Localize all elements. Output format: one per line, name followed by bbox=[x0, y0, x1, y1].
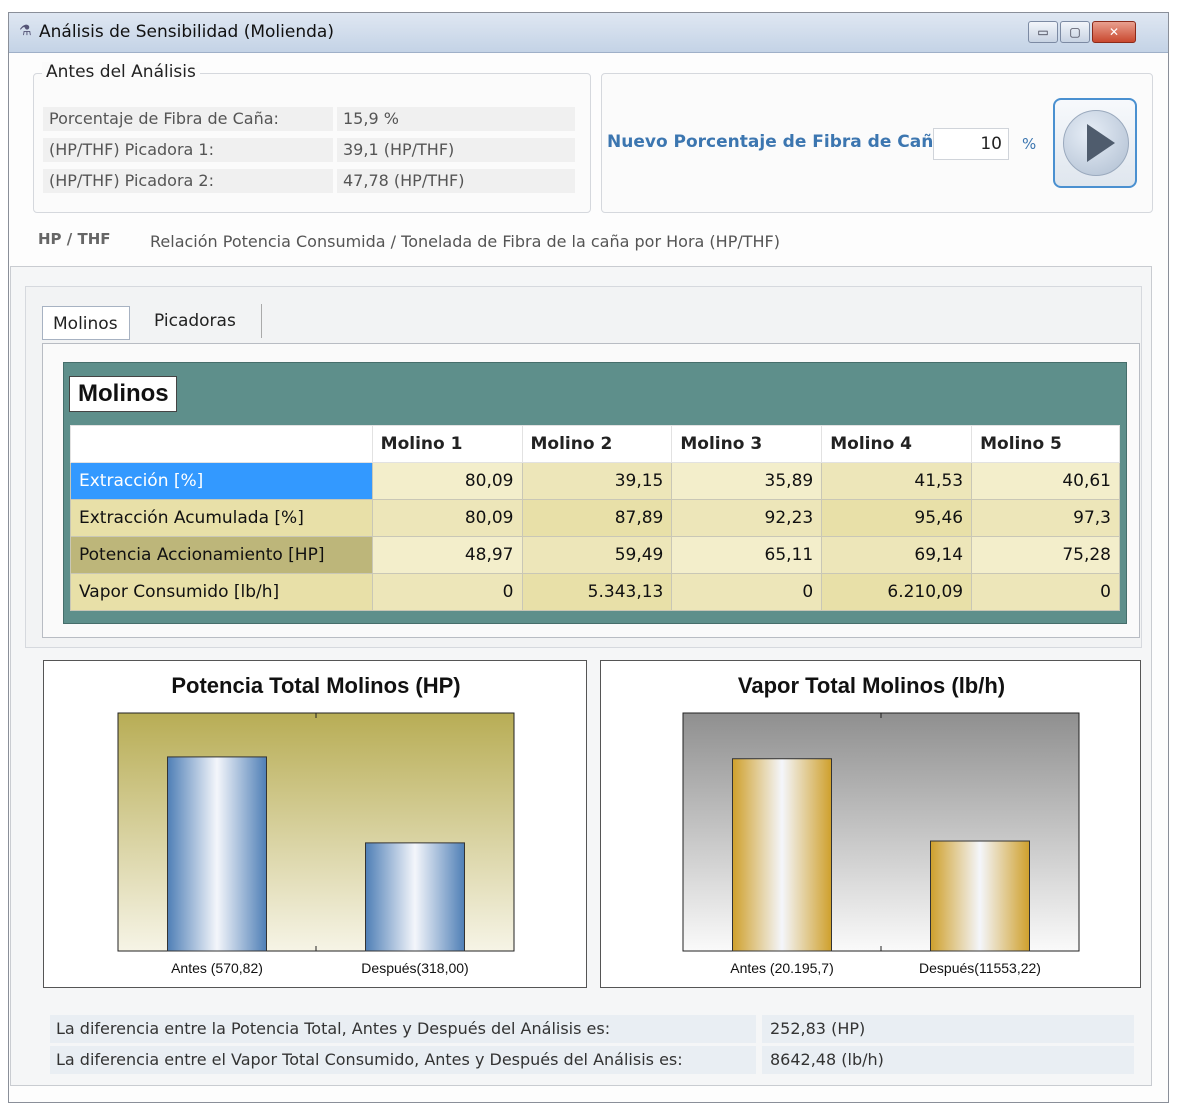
row-label-extraccion[interactable]: Extracción [%] bbox=[70, 462, 373, 500]
header-molino-1[interactable]: Molino 1 bbox=[371, 425, 523, 463]
cell[interactable]: 0 bbox=[671, 573, 823, 611]
tab-picadoras[interactable]: Picadoras bbox=[144, 304, 262, 338]
x-tick-label: Antes (20.195,7) bbox=[730, 960, 834, 976]
x-tick-label: Después(318,00) bbox=[361, 960, 468, 976]
hp-thf-abbr: HP / THF bbox=[38, 230, 111, 248]
new-fiber-input[interactable]: 10 bbox=[933, 128, 1009, 160]
before-analysis-legend: Antes del Análisis bbox=[42, 62, 200, 82]
vapor-diff-label: La diferencia entre el Vapor Total Consu… bbox=[50, 1046, 756, 1074]
run-analysis-button[interactable] bbox=[1053, 98, 1137, 188]
title-bar[interactable]: ⚗ Análisis de Sensibilidad (Molienda) ▭ … bbox=[9, 13, 1168, 53]
cell[interactable]: 48,97 bbox=[371, 536, 523, 574]
picadora1-value: 39,1 (HP/THF) bbox=[337, 138, 575, 162]
play-triangle-icon bbox=[1087, 124, 1115, 162]
maximize-button[interactable]: ▢ bbox=[1060, 21, 1090, 43]
header-molino-2[interactable]: Molino 2 bbox=[521, 425, 673, 463]
bar[interactable] bbox=[167, 756, 267, 952]
window-title: Análisis de Sensibilidad (Molienda) bbox=[39, 22, 334, 42]
fiber-percent-row: Porcentaje de Fibra de Caña: 15,9 % bbox=[43, 107, 583, 131]
x-tick-label: Antes (570,82) bbox=[171, 960, 263, 976]
potencia-chart: Potencia Total Molinos (HP) Antes (570,8… bbox=[43, 660, 587, 988]
app-icon: ⚗ bbox=[19, 23, 32, 39]
hp-thf-description: Relación Potencia Consumida / Tonelada d… bbox=[150, 232, 780, 251]
new-fiber-unit: % bbox=[1022, 135, 1037, 153]
cell[interactable]: 69,14 bbox=[821, 536, 973, 574]
cell[interactable]: 97,3 bbox=[971, 499, 1120, 537]
cell[interactable]: 87,89 bbox=[521, 499, 673, 537]
potencia-chart-plot: Antes (570,82) Después(318,00) bbox=[117, 712, 515, 976]
potencia-diff-row: La diferencia entre la Potencia Total, A… bbox=[50, 1015, 1136, 1043]
cell[interactable]: 75,28 bbox=[971, 536, 1120, 574]
cell[interactable]: 6.210,09 bbox=[821, 573, 973, 611]
bar[interactable] bbox=[930, 840, 1030, 952]
potencia-diff-label: La diferencia entre la Potencia Total, A… bbox=[50, 1015, 756, 1043]
cell[interactable]: 59,49 bbox=[521, 536, 673, 574]
picadora2-row: (HP/THF) Picadora 2: 47,78 (HP/THF) bbox=[43, 169, 583, 193]
tab-molinos[interactable]: Molinos bbox=[42, 306, 130, 340]
x-tick-label: Después(11553,22) bbox=[919, 960, 1041, 976]
molinos-grid-title: Molinos bbox=[69, 376, 177, 412]
cell[interactable]: 80,09 bbox=[371, 462, 523, 500]
header-molino-3[interactable]: Molino 3 bbox=[671, 425, 823, 463]
table-row[interactable]: Potencia Accionamiento [HP] 48,97 59,49 … bbox=[70, 536, 1120, 574]
cell[interactable]: 0 bbox=[371, 573, 523, 611]
cell[interactable]: 65,11 bbox=[671, 536, 823, 574]
vapor-diff-value: 8642,48 (lb/h) bbox=[762, 1046, 1134, 1074]
minimize-button[interactable]: ▭ bbox=[1028, 21, 1058, 43]
bar[interactable] bbox=[732, 758, 832, 952]
cell[interactable]: 5.343,13 bbox=[521, 573, 673, 611]
cell[interactable]: 92,23 bbox=[671, 499, 823, 537]
row-label-vapor[interactable]: Vapor Consumido [lb/h] bbox=[70, 573, 373, 611]
new-fiber-label: Nuevo Porcentaje de Fibra de Caña bbox=[607, 132, 945, 152]
header-molino-4[interactable]: Molino 4 bbox=[821, 425, 973, 463]
row-label-extraccion-acumulada[interactable]: Extracción Acumulada [%] bbox=[70, 499, 373, 537]
table-row[interactable]: Vapor Consumido [lb/h] 0 5.343,13 0 6.21… bbox=[70, 573, 1120, 611]
cell[interactable]: 35,89 bbox=[671, 462, 823, 500]
table-row[interactable]: Extracción Acumulada [%] 80,09 87,89 92,… bbox=[70, 499, 1120, 537]
cell[interactable]: 41,53 bbox=[821, 462, 973, 500]
picadora1-label: (HP/THF) Picadora 1: bbox=[43, 138, 333, 162]
table-header-row: Molino 1 Molino 2 Molino 3 Molino 4 Moli… bbox=[70, 425, 1120, 463]
cell[interactable]: 0 bbox=[971, 573, 1120, 611]
vapor-chart-plot: Antes (20.195,7) Después(11553,22) bbox=[682, 712, 1080, 976]
fiber-percent-label: Porcentaje de Fibra de Caña: bbox=[43, 107, 333, 131]
cell[interactable]: 39,15 bbox=[521, 462, 673, 500]
header-corner bbox=[70, 425, 373, 463]
potencia-diff-value: 252,83 (HP) bbox=[762, 1015, 1134, 1043]
cell[interactable]: 95,46 bbox=[821, 499, 973, 537]
header-molino-5[interactable]: Molino 5 bbox=[971, 425, 1120, 463]
vapor-diff-row: La diferencia entre el Vapor Total Consu… bbox=[50, 1046, 1136, 1074]
cell[interactable]: 80,09 bbox=[371, 499, 523, 537]
cell[interactable]: 40,61 bbox=[971, 462, 1120, 500]
vapor-chart: Vapor Total Molinos (lb/h) Antes (20.195… bbox=[600, 660, 1141, 988]
table-row[interactable]: Extracción [%] 80,09 39,15 35,89 41,53 4… bbox=[70, 462, 1120, 500]
bar[interactable] bbox=[365, 842, 465, 952]
fiber-percent-value: 15,9 % bbox=[337, 107, 575, 131]
picadora2-value: 47,78 (HP/THF) bbox=[337, 169, 575, 193]
row-label-potencia[interactable]: Potencia Accionamiento [HP] bbox=[70, 536, 373, 574]
close-button[interactable]: ✕ bbox=[1092, 21, 1136, 43]
picadora1-row: (HP/THF) Picadora 1: 39,1 (HP/THF) bbox=[43, 138, 583, 162]
molinos-table: Molino 1 Molino 2 Molino 3 Molino 4 Moli… bbox=[70, 425, 1120, 611]
picadora2-label: (HP/THF) Picadora 2: bbox=[43, 169, 333, 193]
